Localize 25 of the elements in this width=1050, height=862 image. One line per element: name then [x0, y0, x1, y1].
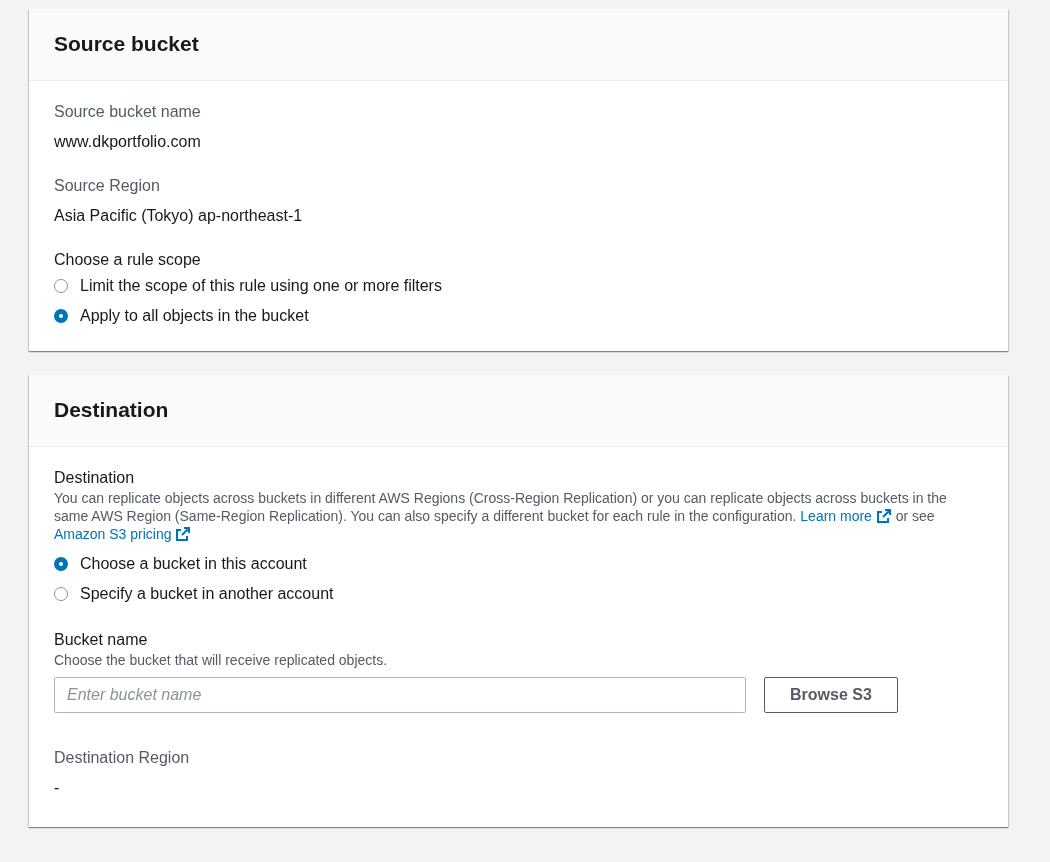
bucket-name-input[interactable]: Enter bucket name: [54, 677, 746, 713]
radio-option[interactable]: Specify a bucket in another account: [54, 579, 334, 609]
field-label: Destination: [54, 468, 136, 488]
browse-s3-button[interactable]: Browse S3: [764, 677, 898, 713]
radio-option[interactable]: Choose a bucket in this account: [54, 549, 307, 579]
external-link[interactable]: Amazon S3 pricing: [54, 526, 192, 542]
field-value: Asia Pacific (Tokyo) ap-northeast-1: [54, 206, 304, 226]
field-label: Destination Region: [54, 748, 191, 768]
field-value: www.dkportfolio.com: [54, 132, 202, 152]
field-value: -: [54, 778, 61, 798]
external-link-icon: [175, 526, 192, 542]
description-text: You can replicate objects across buckets in different AWS Regions (Cross-Region Replication) or you can replicate objects across buckets in the same AWS Region (Same-Region Replication). You can also specify a different bucket for each rule in the configuration. Learn more or see Amazon S3 pricing: [54, 489, 948, 543]
field-label: Choose a rule scope: [54, 250, 202, 270]
panel-title: Source bucket: [54, 31, 200, 57]
radio-option[interactable]: Limit the scope of this rule using one or more filters: [54, 271, 442, 301]
panel-title: Destination: [54, 397, 170, 423]
field-label: Source Region: [54, 176, 161, 196]
field-hint: Choose the bucket that will receive replicated objects.: [54, 651, 389, 669]
radio-option[interactable]: Apply to all objects in the bucket: [54, 301, 309, 331]
external-link-icon: [875, 508, 892, 524]
field-label: Source bucket name: [54, 102, 202, 122]
radio-icon[interactable]: [54, 309, 68, 323]
external-link[interactable]: Learn more: [800, 508, 892, 524]
field-label: Bucket name: [54, 630, 149, 650]
radio-icon[interactable]: [54, 557, 68, 571]
